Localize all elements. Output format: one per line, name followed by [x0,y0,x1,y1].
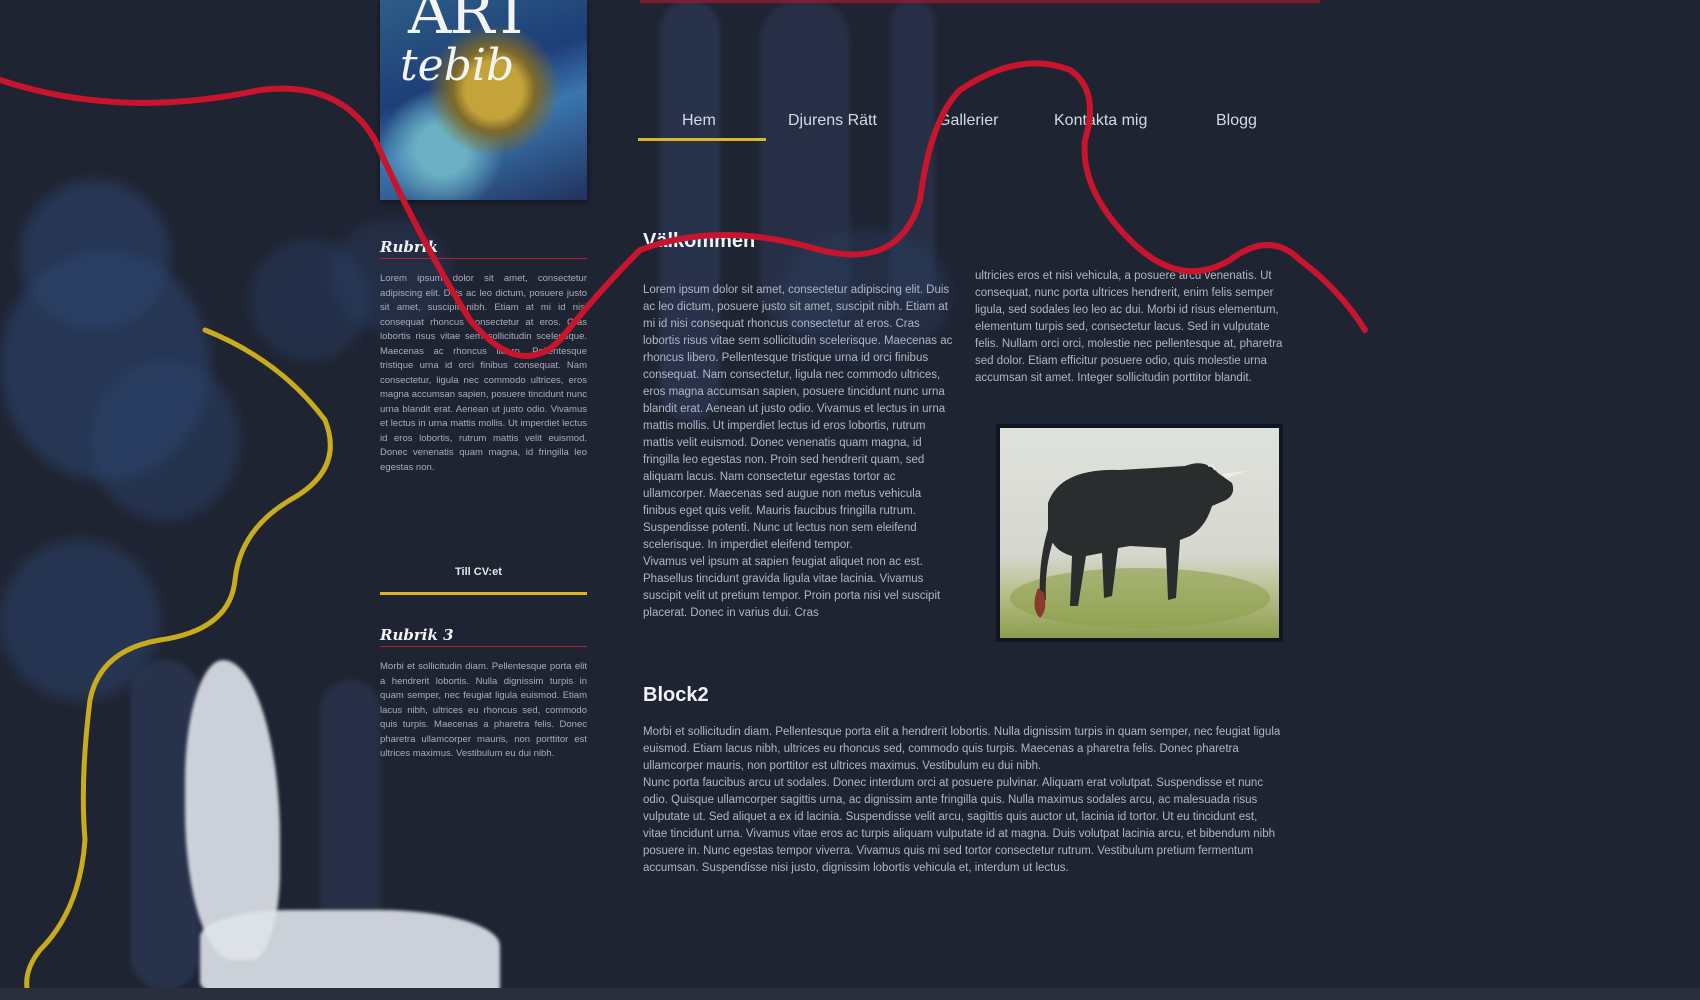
nav-item-blogg[interactable]: Blogg [1216,112,1257,130]
block2-paragraph-1: Morbi et sollicitudin diam. Pellentesque… [643,726,1281,772]
nav-active-underline [638,138,766,141]
paint-stroke [890,0,935,300]
nav-item-djurens-ratt[interactable]: Djurens Rätt [788,112,877,130]
nav-item-gallerier[interactable]: Gallerier [938,112,998,130]
top-decorative-line [640,0,1320,3]
bull-illustration [1010,463,1270,628]
sidebar-heading-rubrik-3: Rubrik 3 [380,626,454,644]
welcome-heading: Välkommen [643,230,756,252]
sidebar-heading-rubrik: Rubrik [380,238,438,256]
sidebar-text-rubrik-3: Morbi et sollicitudin diam. Pellentesque… [380,661,587,759]
sidebar-divider [380,646,587,647]
paint-blob [90,360,240,520]
cv-divider [380,592,587,595]
welcome-paragraph-1: Lorem ipsum dolor sit amet, consectetur … [643,284,953,551]
white-paint-stroke [200,910,500,1000]
sidebar-text-rubrik: Lorem ipsum dolor sit amet, consectetur … [380,273,587,473]
paint-stroke [760,0,850,330]
nav-item-kontakta-mig[interactable]: Kontakta mig [1054,112,1147,130]
footer-bar [0,988,1700,1000]
cv-link[interactable]: Till CV:et [455,566,502,578]
block2-content: Morbi et sollicitudin diam. Pellentesque… [643,724,1283,877]
main-navigation: Hem Djurens Rätt Gallerier Kontakta mig … [638,104,1278,144]
bull-painting-image [1000,428,1279,638]
welcome-column-1: Lorem ipsum dolor sit amet, consectetur … [643,282,956,622]
bull-painting[interactable] [996,424,1283,642]
welcome-paragraph-2: Vivamus vel ipsum at sapien feugiat aliq… [643,556,941,619]
site-logo[interactable]: ART tebib [380,0,587,200]
block2-paragraph-2: Nunc porta faucibus arcu ut sodales. Don… [643,777,1276,874]
logo-text-tebib: tebib [400,40,515,91]
welcome-column-2: ultricies eros et nisi vehicula, a posue… [975,270,1283,384]
sidebar-divider [380,258,587,259]
block2-heading: Block2 [643,684,709,706]
nav-item-hem[interactable]: Hem [682,112,716,130]
